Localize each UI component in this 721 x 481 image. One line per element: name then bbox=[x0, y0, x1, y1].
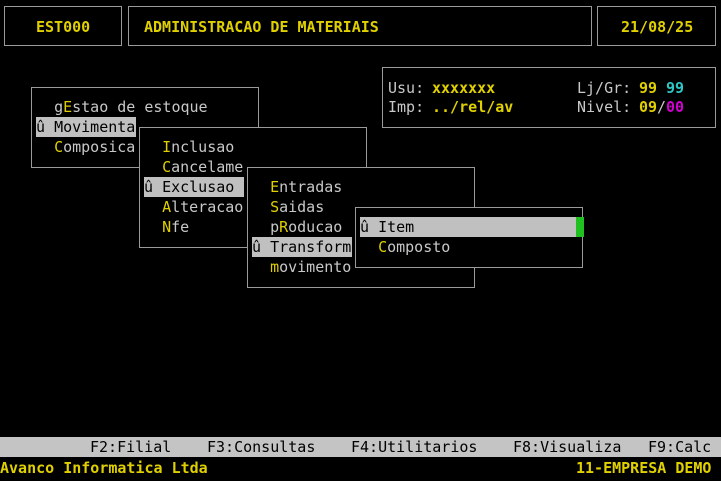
text-cursor bbox=[576, 217, 584, 237]
store-group-label: Lj/Gr: bbox=[577, 79, 632, 97]
company-name: Avanco Informatica Ltda bbox=[0, 459, 208, 477]
user-value: xxxxxxx bbox=[432, 79, 496, 97]
program-code: EST000 bbox=[36, 18, 91, 36]
printer-label: Imp: bbox=[388, 98, 425, 116]
fkey-f2-filial[interactable]: F2:Filial bbox=[90, 437, 171, 457]
current-date: 21/08/25 bbox=[621, 18, 694, 36]
level-value: 09 bbox=[639, 98, 658, 116]
printer-value: ../rel/av bbox=[432, 98, 514, 116]
menu-item-gestao-de-estoque[interactable]: gEstao de estoque bbox=[36, 97, 244, 117]
user-label: Usu: bbox=[388, 79, 425, 97]
submenu-item-inclusao[interactable]: Inclusao bbox=[144, 137, 234, 157]
level-separator: / bbox=[657, 98, 667, 116]
submenu-item-saidas[interactable]: Saidas bbox=[252, 197, 324, 217]
menu-item-movimenta[interactable]: û Movimenta bbox=[36, 117, 136, 137]
app-title: ADMINISTRACAO DE MATERIAIS bbox=[144, 18, 379, 36]
fkey-f9-calc[interactable]: F9:Calc bbox=[648, 437, 711, 457]
submenu-item-entradas[interactable]: Entradas bbox=[252, 177, 342, 197]
fkey-f8-visualiza[interactable]: F8:Visualiza bbox=[513, 437, 621, 457]
submenu-item-transform[interactable]: û Transform bbox=[252, 237, 352, 257]
submenu-item-exclusao[interactable]: û Exclusao bbox=[144, 177, 244, 197]
submenu-item-producao[interactable]: pRoducao bbox=[252, 217, 342, 237]
level-value-2: 00 bbox=[666, 98, 685, 116]
group-value: 99 bbox=[666, 79, 685, 97]
function-key-bar: F2:Filial F3:Consultas F4:Utilitarios F8… bbox=[0, 437, 721, 457]
store-value: 99 bbox=[639, 79, 658, 97]
submenu-item-nfe[interactable]: Nfe bbox=[144, 217, 189, 237]
submenu-item-alteracao[interactable]: Alteracao bbox=[144, 197, 243, 217]
submenu-item-composto[interactable]: Composto bbox=[360, 237, 450, 257]
submenu-item-item[interactable]: û Item bbox=[360, 217, 576, 237]
menu-item-composica[interactable]: Composica bbox=[36, 137, 136, 157]
fkey-f3-consultas[interactable]: F3:Consultas bbox=[207, 437, 315, 457]
level-label: Nivel: bbox=[577, 98, 632, 116]
submenu-item-cancelame[interactable]: Cancelame bbox=[144, 157, 243, 177]
submenu-item-movimento[interactable]: movimento bbox=[252, 257, 351, 277]
fkey-f4-utilitarios[interactable]: F4:Utilitarios bbox=[351, 437, 477, 457]
branch-name: 11-EMPRESA DEMO bbox=[576, 459, 712, 477]
